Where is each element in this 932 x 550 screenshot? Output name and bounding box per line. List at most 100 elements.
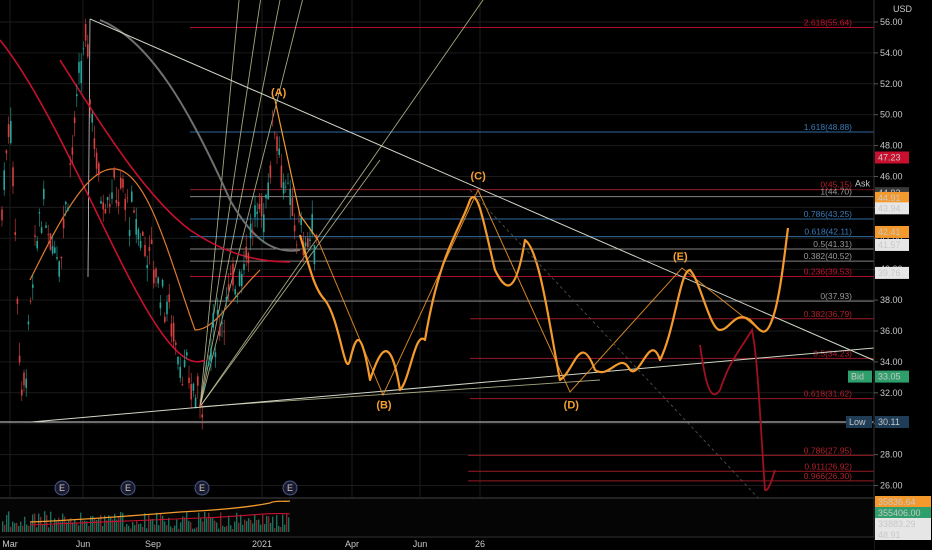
volume-bar (50, 511, 52, 532)
volume-bar (128, 525, 130, 532)
earnings-marker[interactable]: E (120, 480, 136, 496)
volume-bar (152, 518, 154, 532)
time-tick-label: Jun (76, 539, 91, 549)
volume-bar (118, 516, 120, 532)
price-tick-label: 32.00 (880, 388, 903, 398)
candle-body (214, 352, 217, 358)
fib-level-label: 0.382(40.52) (804, 251, 852, 261)
volume-bar (270, 522, 272, 532)
volume-bar (18, 525, 20, 532)
candle-body (14, 232, 16, 235)
volume-bar (120, 512, 122, 532)
volume-bar (88, 526, 90, 532)
fib-level-label: 0.5(41.31) (813, 239, 852, 249)
candle-body (93, 138, 96, 149)
volume-bar (276, 515, 278, 532)
volume-bar (282, 514, 284, 532)
volume-bar (14, 523, 16, 532)
earnings-marker[interactable]: E (194, 480, 210, 496)
price-tick-label: 34.00 (880, 357, 903, 367)
time-tick-label: 26 (475, 539, 485, 549)
volume-bar (146, 528, 148, 532)
volume-bar (38, 513, 40, 532)
volume-bar (188, 520, 190, 532)
candle-body (95, 152, 98, 169)
fib-level-label: 0.786(27.95) (804, 445, 852, 455)
volume-bar (280, 526, 282, 532)
candle-body (289, 188, 291, 205)
volume-bar (194, 528, 196, 532)
volume-bar (232, 529, 234, 532)
candle-body (243, 264, 245, 270)
candle-body (252, 231, 254, 234)
candle-body (89, 99, 91, 105)
candle-body (150, 239, 153, 245)
volume-bar (138, 524, 140, 532)
price-chart[interactable]: 2.618(55.64)1.618(48.88)0(45.15)1(44.70)… (0, 0, 932, 550)
volume-bar (158, 525, 160, 532)
volume-bar (6, 515, 8, 532)
price-tag-value: 33.05 (878, 372, 901, 382)
volume-bar (136, 520, 138, 532)
volume-bar (134, 525, 136, 532)
price-tick-label: 46.00 (880, 172, 903, 182)
candle-body (155, 268, 157, 278)
volume-bar (168, 517, 170, 532)
candle-body (234, 289, 236, 295)
candle-body (223, 331, 225, 333)
candle-body (307, 238, 309, 248)
fib-level-label: 0.382(36.79) (804, 309, 852, 319)
candle-body (25, 378, 27, 388)
candle-body (122, 178, 124, 188)
candle-body (188, 377, 190, 384)
volume-bar (170, 526, 172, 532)
volume-pane (0, 497, 932, 536)
candle-body (36, 240, 38, 249)
volume-bar (78, 525, 80, 532)
candle-body (111, 192, 113, 199)
time-axis[interactable]: Mar Jun Sep 2021 Apr Jun 26 (0, 536, 874, 550)
candle-body (115, 199, 118, 204)
candle-body (3, 170, 5, 191)
earnings-marker[interactable]: E (282, 480, 298, 496)
candle-body (142, 231, 144, 236)
volume-bar (234, 521, 236, 532)
volume-bar (200, 518, 202, 532)
candle-body (137, 229, 140, 240)
volume-bar (278, 525, 280, 532)
volume-bar (52, 525, 54, 532)
volume-tag-value: 355406.00 (878, 508, 921, 518)
volume-bar (144, 513, 146, 532)
volume-bar (42, 523, 44, 532)
candle-body (10, 121, 12, 143)
earnings-label: E (125, 483, 131, 493)
volume-bar (186, 512, 188, 532)
fib-level-label: 0.786(43.25) (804, 209, 852, 219)
volume-bar (132, 522, 134, 532)
candle-body (159, 302, 162, 309)
candle-body (67, 207, 69, 211)
volume-bar (148, 515, 150, 532)
price-tick-label: 56.00 (880, 17, 903, 27)
price-tag-value: 41.57 (878, 240, 901, 250)
candle-body (69, 163, 71, 165)
candle-body (109, 203, 111, 207)
earnings-marker[interactable]: E (54, 480, 70, 496)
candle-body (258, 203, 261, 210)
volume-bar (202, 521, 204, 532)
volume-bar (172, 528, 174, 532)
candle-body (100, 200, 102, 204)
volume-bar (184, 517, 186, 532)
price-tag-value: 47.23 (878, 152, 901, 162)
candle-body (216, 309, 219, 315)
volume-bar (190, 522, 192, 532)
candle-body (260, 196, 263, 217)
candle-body (300, 217, 302, 225)
candle-body (76, 94, 78, 97)
candle-body (313, 245, 316, 265)
candle-body (241, 273, 243, 287)
volume-bar (140, 523, 142, 532)
volume-tag-value: 48.91 (878, 530, 901, 540)
volume-bar (122, 512, 124, 532)
candle-body (236, 296, 239, 298)
